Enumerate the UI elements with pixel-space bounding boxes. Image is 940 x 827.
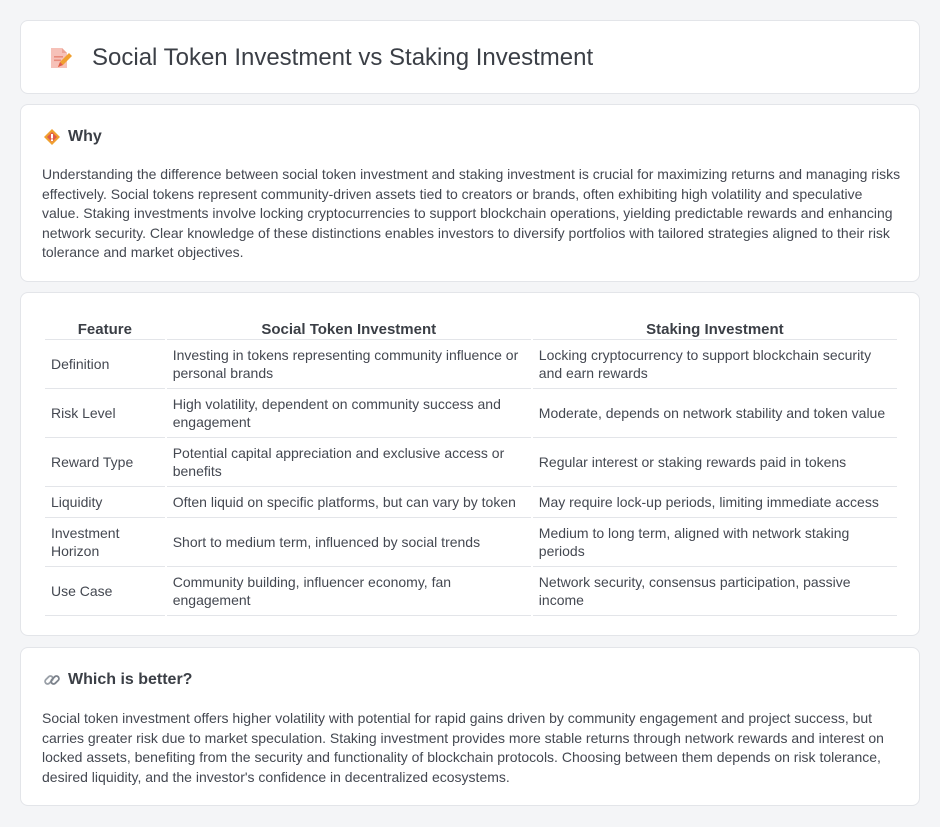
table-header-row: Feature Social Token Investment Staking … [45,313,897,340]
social-token-cell: Potential capital appreciation and exclu… [166,438,531,487]
staking-cell: May require lock-up periods, limiting im… [532,487,897,518]
header-staking: Staking Investment [532,313,897,340]
table-row: Use Case Community building, influencer … [45,567,897,616]
staking-cell: Locking cryptocurrency to support blockc… [532,340,897,389]
feature-cell: Investment Horizon [45,518,165,567]
social-token-cell: Often liquid on specific platforms, but … [166,487,531,518]
feature-cell: Definition [45,340,165,389]
feature-cell: Liquidity [45,487,165,518]
staking-cell: Moderate, depends on network stability a… [532,389,897,438]
page-title: Social Token Investment vs Staking Inves… [92,44,594,71]
header-social-token: Social Token Investment [166,313,531,340]
feature-cell: Use Case [45,567,165,616]
table-row: Investment Horizon Short to medium term,… [45,518,897,567]
why-section: Why Understanding the difference between… [20,104,920,282]
social-token-cell: High volatility, dependent on community … [166,389,531,438]
table-row: Risk Level High volatility, dependent on… [45,389,897,438]
comparison-table: Feature Social Token Investment Staking … [43,313,899,616]
comparison-card: Feature Social Token Investment Staking … [20,292,920,636]
staking-cell: Regular interest or staking rewards paid… [532,438,897,487]
title-card: Social Token Investment vs Staking Inves… [20,20,920,94]
page: Social Token Investment vs Staking Inves… [0,0,940,827]
why-body: Understanding the difference between soc… [42,166,901,260]
table-row: Definition Investing in tokens represent… [45,340,897,389]
staking-cell: Network security, consensus participatio… [532,567,897,616]
why-heading: Why [68,128,102,145]
better-header: Which is better? [43,670,192,690]
diamond-sign-icon [43,128,61,146]
staking-cell: Medium to long term, aligned with networ… [532,518,897,567]
document-pencil-icon [47,45,73,71]
better-heading: Which is better? [68,671,193,688]
table-row: Liquidity Often liquid on specific platf… [45,487,897,518]
better-body: Social token investment offers higher vo… [42,710,884,785]
why-header: Why [43,127,102,147]
feature-cell: Risk Level [45,389,165,438]
link-icon [43,671,61,689]
header-feature: Feature [45,313,165,340]
table-row: Reward Type Potential capital appreciati… [45,438,897,487]
social-token-cell: Community building, influencer economy, … [166,567,531,616]
feature-cell: Reward Type [45,438,165,487]
which-is-better-section: Which is better? Social token investment… [20,647,920,806]
social-token-cell: Short to medium term, influenced by soci… [166,518,531,567]
social-token-cell: Investing in tokens representing communi… [166,340,531,389]
